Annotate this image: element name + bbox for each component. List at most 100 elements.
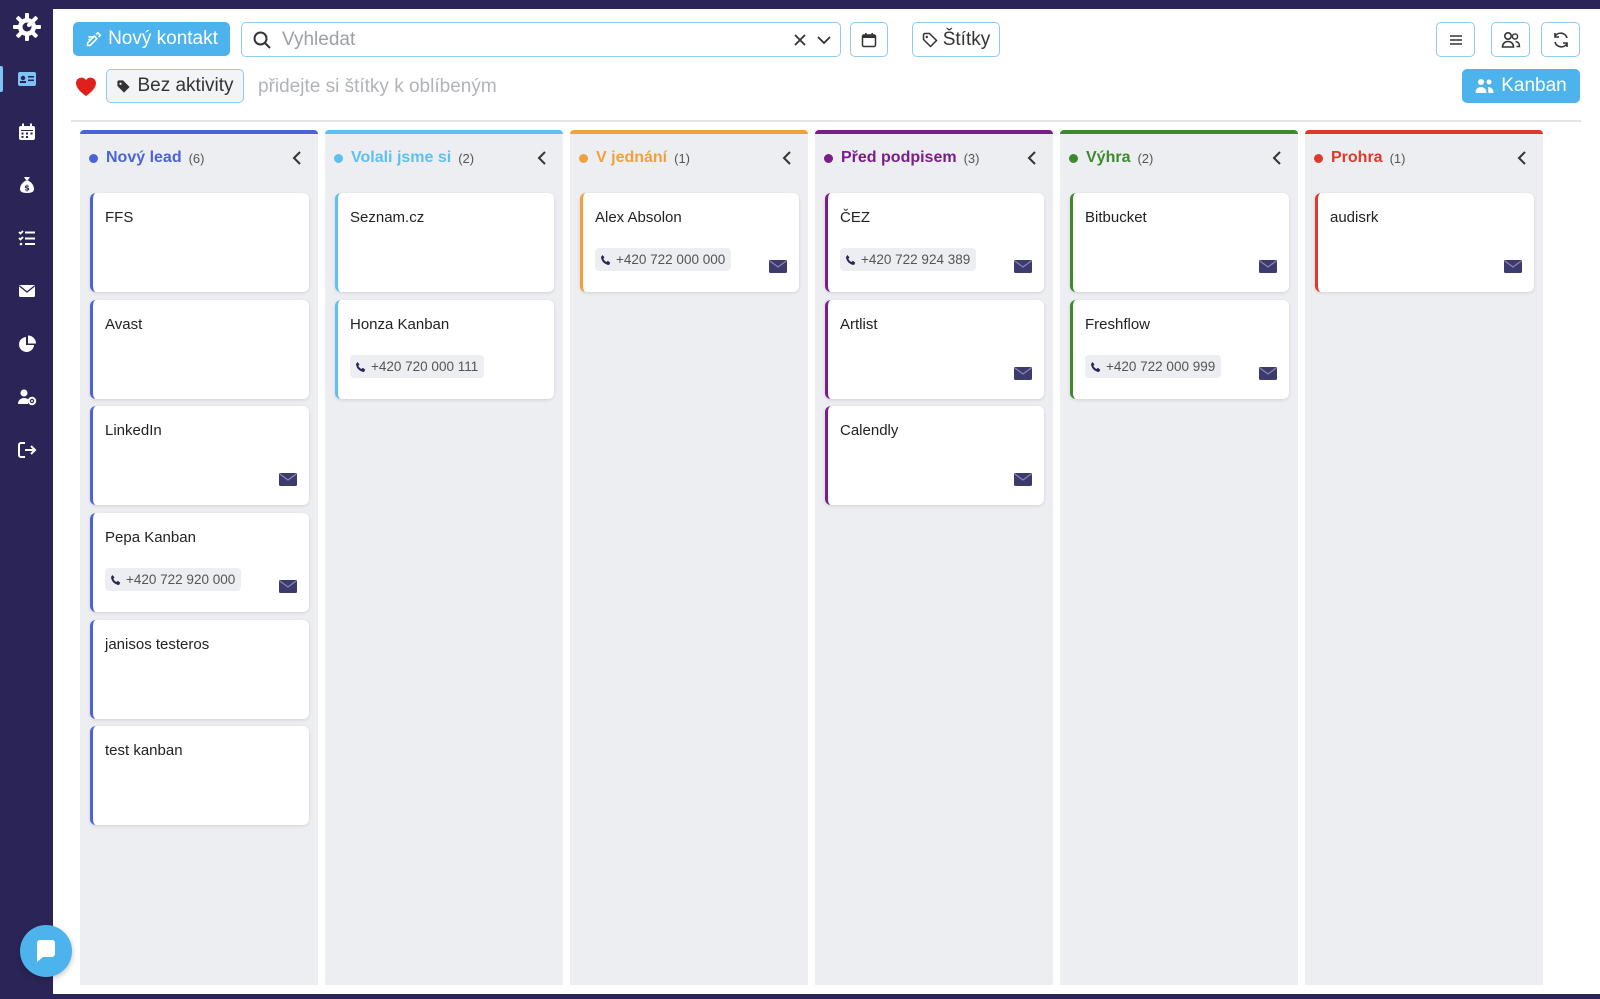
column-count: (1) bbox=[1389, 150, 1406, 166]
search-icon bbox=[253, 31, 271, 49]
column-count: (2) bbox=[1137, 150, 1154, 166]
contact-card[interactable]: audisrk bbox=[1315, 193, 1534, 292]
tag-icon bbox=[922, 32, 938, 48]
phone-icon bbox=[846, 254, 856, 265]
column-title: Před podpisem bbox=[841, 149, 957, 166]
column-count: (1) bbox=[674, 150, 691, 166]
contacts-card-icon bbox=[17, 71, 36, 86]
envelope-icon[interactable] bbox=[1014, 473, 1032, 486]
sidebar-item-user-settings[interactable] bbox=[0, 370, 53, 423]
collapse-column-chevron-left-icon[interactable] bbox=[1513, 149, 1531, 167]
column-header: Výhra (2) bbox=[1060, 147, 1298, 169]
column-header: Prohra (1) bbox=[1305, 147, 1543, 169]
clear-search-icon[interactable] bbox=[788, 28, 812, 52]
contact-card[interactable]: Honza Kanban +420 720 000 111 bbox=[335, 300, 554, 399]
column-status-dot bbox=[89, 153, 98, 163]
envelope-icon[interactable] bbox=[279, 473, 297, 486]
list-view-button[interactable] bbox=[1436, 22, 1475, 57]
favorites-heart-icon[interactable] bbox=[74, 75, 98, 97]
sidebar-item-mail[interactable] bbox=[0, 264, 53, 317]
contact-card[interactable]: Pepa Kanban +420 722 920 000 bbox=[90, 513, 309, 612]
no-activity-label: Bez aktivity bbox=[137, 75, 234, 96]
tag-icon bbox=[117, 79, 131, 93]
search-box[interactable] bbox=[241, 22, 841, 57]
collapse-column-chevron-left-icon[interactable] bbox=[1023, 149, 1041, 167]
kanban-view-button[interactable]: Kanban bbox=[1462, 69, 1580, 103]
kanban-column: Nový lead (6) FFS Avast LinkedIn Pepa Kanban +… bbox=[80, 130, 318, 985]
refresh-icon bbox=[1553, 31, 1568, 48]
kanban-board: Nový lead (6) FFS Avast LinkedIn Pepa Kanban +… bbox=[80, 130, 1580, 985]
sidebar-item-logout[interactable] bbox=[0, 423, 53, 476]
app-logo-icon[interactable] bbox=[10, 10, 44, 44]
users-button[interactable] bbox=[1491, 22, 1530, 57]
column-color-bar bbox=[80, 130, 318, 134]
envelope-icon[interactable] bbox=[1259, 260, 1277, 273]
contact-phone[interactable]: +420 720 000 111 bbox=[350, 355, 485, 378]
contact-card[interactable]: Seznam.cz bbox=[335, 193, 554, 292]
chevron-down-icon[interactable] bbox=[812, 28, 836, 52]
collapse-column-chevron-left-icon[interactable] bbox=[1268, 149, 1286, 167]
envelope-icon[interactable] bbox=[1014, 260, 1032, 273]
chat-icon bbox=[37, 940, 55, 962]
collapse-column-chevron-left-icon[interactable] bbox=[288, 149, 306, 167]
contact-card[interactable]: LinkedIn bbox=[90, 406, 309, 505]
column-color-bar bbox=[1060, 130, 1298, 134]
contact-card[interactable]: janisos testeros bbox=[90, 620, 309, 719]
column-header: Volali jsme si (2) bbox=[325, 147, 563, 169]
column-title: Volali jsme si bbox=[351, 149, 452, 166]
favorites-hint: přidejte si štítky k oblíbeným bbox=[258, 76, 497, 97]
contact-name: Artlist bbox=[840, 316, 878, 333]
column-header: Nový lead (6) bbox=[80, 147, 318, 169]
contact-card[interactable]: Artlist bbox=[825, 300, 1044, 399]
contact-card[interactable]: Avast bbox=[90, 300, 309, 399]
sidebar-item-deals[interactable]: $ bbox=[0, 158, 53, 211]
contact-phone[interactable]: +420 722 920 000 bbox=[105, 568, 242, 591]
refresh-button[interactable] bbox=[1541, 22, 1580, 57]
contact-phone[interactable]: +420 722 000 000 bbox=[595, 248, 732, 271]
sidebar-item-calendar[interactable] bbox=[0, 105, 53, 158]
envelope-icon[interactable] bbox=[279, 580, 297, 593]
sidebar-item-contacts[interactable] bbox=[0, 52, 53, 105]
column-title: V jednání bbox=[596, 149, 668, 166]
new-contact-button[interactable]: Nový kontakt bbox=[73, 22, 230, 56]
contact-name: Calendly bbox=[840, 422, 899, 439]
contact-card[interactable]: FFS bbox=[90, 193, 309, 292]
tags-button[interactable]: Štítky bbox=[912, 22, 1000, 57]
phone-icon bbox=[111, 574, 121, 585]
add-contact-icon bbox=[86, 31, 102, 46]
search-input[interactable] bbox=[282, 28, 788, 51]
kanban-column: V jednání (1) Alex Absolon +420 722 000 000 bbox=[570, 130, 808, 985]
contact-card[interactable]: ČEZ +420 722 924 389 bbox=[825, 193, 1044, 292]
envelope-icon[interactable] bbox=[1014, 367, 1032, 380]
contact-phone[interactable]: +420 722 924 389 bbox=[840, 248, 977, 271]
column-status-dot bbox=[1314, 153, 1323, 163]
date-filter-button[interactable] bbox=[850, 22, 888, 57]
kanban-column: Volali jsme si (2) Seznam.cz Honza Kanban +4… bbox=[325, 130, 563, 985]
column-header: Před podpisem (3) bbox=[815, 147, 1053, 169]
contact-card[interactable]: Alex Absolon +420 722 000 000 bbox=[580, 193, 799, 292]
kanban-column: Výhra (2) Bitbucket Freshflow +420 722 000 9… bbox=[1060, 130, 1298, 985]
phone-number: +420 722 000 999 bbox=[1106, 359, 1216, 374]
contact-card[interactable]: Freshflow +420 722 000 999 bbox=[1070, 300, 1289, 399]
collapse-column-chevron-left-icon[interactable] bbox=[533, 149, 551, 167]
sidebar-item-reports[interactable] bbox=[0, 317, 53, 370]
no-activity-filter-button[interactable]: Bez aktivity bbox=[106, 69, 244, 103]
contact-name: Pepa Kanban bbox=[105, 529, 196, 546]
contact-card[interactable]: Calendly bbox=[825, 406, 1044, 505]
chat-widget-button[interactable] bbox=[20, 925, 72, 977]
collapse-column-chevron-left-icon[interactable] bbox=[778, 149, 796, 167]
contact-card[interactable]: test kanban bbox=[90, 726, 309, 825]
envelope-icon[interactable] bbox=[1259, 367, 1277, 380]
phone-number: +420 722 000 000 bbox=[616, 252, 726, 267]
column-color-bar bbox=[325, 130, 563, 134]
pie-chart-icon bbox=[18, 335, 36, 352]
envelope-icon[interactable] bbox=[1504, 260, 1522, 273]
contact-name: LinkedIn bbox=[105, 422, 162, 439]
tags-label: Štítky bbox=[942, 28, 991, 50]
contact-card[interactable]: Bitbucket bbox=[1070, 193, 1289, 292]
contact-phone[interactable]: +420 722 000 999 bbox=[1085, 355, 1222, 378]
envelope-icon[interactable] bbox=[769, 260, 787, 273]
envelope-icon bbox=[18, 284, 35, 297]
sidebar-item-tasks[interactable] bbox=[0, 211, 53, 264]
calendar-icon bbox=[18, 123, 35, 140]
